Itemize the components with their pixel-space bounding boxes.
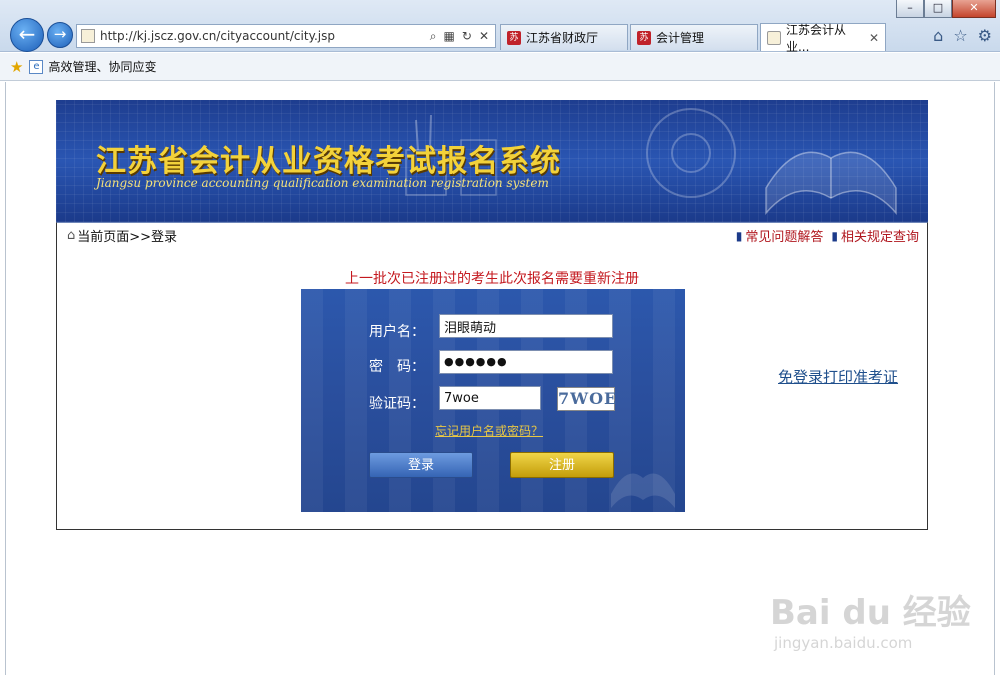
site-banner: 江苏省会计从业资格考试报名系统 Jiangsu province account… [56, 100, 928, 222]
captcha-label: 验证码： [369, 396, 425, 412]
username-label: 用户名： [369, 324, 425, 340]
watermark-url: jingyan.baidu.com [774, 634, 913, 652]
url-text[interactable]: http://kj.jscz.gov.cn/cityaccount/city.j… [100, 29, 430, 43]
password-input[interactable]: ●●●●●● [439, 350, 613, 374]
window-controls: – □ ✕ [896, 0, 996, 18]
stop-icon[interactable]: ✕ [479, 29, 489, 44]
favorites-star-icon[interactable]: ★ [10, 58, 23, 76]
baidu-jingyan-watermark: Bai du 经验 jingyan.baidu.com [770, 585, 971, 652]
captcha-input[interactable] [439, 386, 541, 410]
favorites-star-icon[interactable]: ☆ [953, 26, 967, 45]
maximize-button[interactable]: □ [924, 0, 952, 18]
book-decoration [765, 151, 897, 216]
settings-gear-icon[interactable]: ⚙ [978, 26, 992, 45]
banner-subtitle: Jiangsu province accounting qualificatio… [96, 176, 549, 190]
register-button[interactable]: 注册 [510, 452, 614, 478]
breadcrumb: ⌂ 当前页面>>登录 ▮ 常见问题解答 ▮ 相关规定查询 [56, 222, 928, 249]
tab-label: 会计管理 [656, 31, 705, 45]
close-window-button[interactable]: ✕ [952, 0, 996, 18]
tab-close-icon[interactable]: ✕ [869, 31, 879, 45]
password-label: 密 码： [369, 359, 425, 375]
login-button[interactable]: 登录 [369, 452, 473, 478]
faq-link[interactable]: ▮ 常见问题解答 [735, 226, 824, 246]
regulations-link[interactable]: ▮ 相关规定查询 [831, 226, 919, 246]
username-input[interactable] [439, 314, 613, 338]
watermark-logo: Bai du 经验 [770, 593, 971, 633]
tab-accounting-registration[interactable]: 江苏会计从业... ✕ [760, 23, 886, 54]
compat-view-icon[interactable]: ▦ [444, 29, 455, 44]
search-icon[interactable]: ⌕ [430, 29, 437, 44]
ie-page-icon: e [29, 59, 44, 74]
page-icon [81, 29, 95, 43]
tab-jiangsu-finance[interactable]: 苏 江苏省财政厅 [500, 24, 628, 50]
cd-center-decoration [671, 133, 711, 173]
browser-chrome: – □ ✕ ← → http://kj.jscz.gov.cn/cityacco… [0, 0, 1000, 54]
home-icon[interactable]: ⌂ [933, 26, 943, 45]
print-admission-ticket-link[interactable]: 免登录打印准考证 [778, 366, 898, 387]
forgot-password-link[interactable]: 忘记用户名或密码？ [435, 422, 543, 439]
book-icon [611, 473, 675, 508]
login-panel: 用户名： 密 码： ●●●●●● 验证码： 7WOE 忘记用户名或密码？ 登录 … [301, 289, 685, 512]
tab-label: 江苏省财政厅 [526, 31, 599, 45]
home-icon: ⌂ [67, 228, 76, 243]
breadcrumb-text: 当前页面>>登录 [77, 230, 178, 245]
jscz-favicon-icon: 苏 [637, 30, 651, 45]
re-register-notice: 上一批次已注册过的考生此次报名需要重新注册 [345, 271, 639, 287]
jscz-favicon-icon: 苏 [507, 30, 521, 45]
refresh-icon[interactable]: ↻ [462, 29, 472, 44]
banner-title: 江苏省会计从业资格考试报名系统 [96, 144, 561, 179]
forward-button[interactable]: → [47, 22, 73, 48]
tab-accounting-management[interactable]: 苏 会计管理 [630, 24, 758, 50]
captcha-image[interactable]: 7WOE [557, 387, 616, 411]
faq-link-label: 常见问题解答 [745, 230, 824, 245]
tab-label: 江苏会计从业... [785, 22, 846, 54]
regulations-link-label: 相关规定查询 [840, 230, 919, 245]
page-favicon-icon [767, 30, 781, 45]
address-bar[interactable]: http://kj.jscz.gov.cn/cityaccount/city.j… [76, 24, 496, 48]
minimize-button[interactable]: – [896, 0, 924, 18]
favorites-bar: ★ e 高效管理、协同应变 [0, 53, 1000, 81]
back-button[interactable]: ← [10, 18, 44, 52]
favorites-item[interactable]: 高效管理、协同应变 [48, 58, 156, 75]
book-icon: ▮ [735, 228, 743, 243]
book-icon: ▮ [831, 228, 838, 243]
